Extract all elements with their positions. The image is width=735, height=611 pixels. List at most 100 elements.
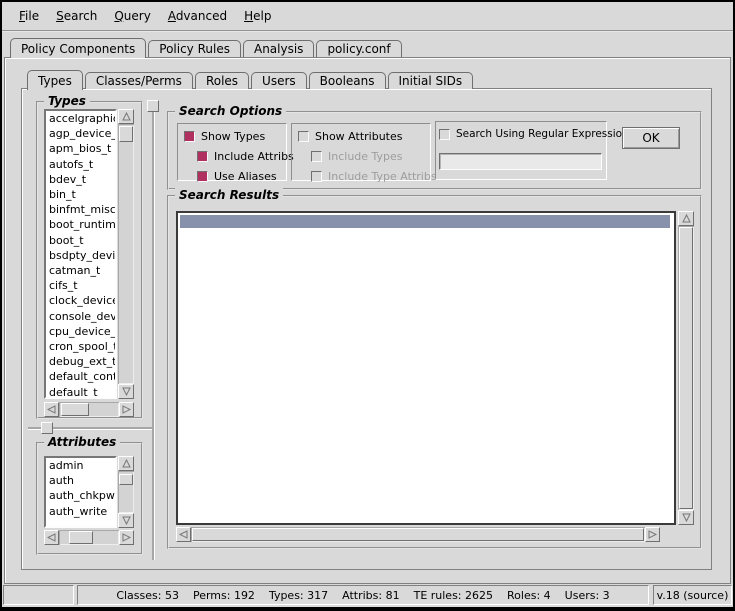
scrollbar-thumb[interactable] [69, 531, 93, 544]
scrollbar-trough[interactable] [678, 226, 694, 510]
scrollbar-trough[interactable] [59, 402, 119, 417]
attributes-hscrollbar[interactable] [44, 530, 134, 545]
type-list-item[interactable]: agp_device_t [46, 126, 115, 141]
scrollbar-thumb[interactable] [679, 227, 693, 509]
scroll-right-button[interactable] [119, 530, 134, 545]
vertical-sash[interactable] [152, 100, 154, 560]
arrow-right-icon [122, 533, 131, 542]
type-list-item[interactable]: console_device [46, 309, 115, 324]
checkbox-off-icon[interactable] [298, 131, 309, 142]
types-listbox[interactable]: accelgraphics_eagp_device_tapm_bios_taut… [44, 109, 117, 399]
type-list-item[interactable]: cifs_t [46, 278, 115, 293]
tab-classes-perms[interactable]: Classes/Perms [85, 72, 193, 89]
scrollbar-trough[interactable] [118, 124, 134, 384]
scrollbar-thumb[interactable] [119, 474, 133, 485]
type-list-item[interactable]: autofs_t [46, 157, 115, 172]
tab-initial-sids[interactable]: Initial SIDs [388, 72, 474, 89]
scroll-down-button[interactable] [118, 384, 134, 399]
scrollbar-trough[interactable] [191, 527, 645, 542]
scrollbar-thumb[interactable] [119, 126, 133, 142]
search-results-text[interactable] [176, 211, 676, 525]
scroll-left-button[interactable] [176, 527, 191, 542]
scrollbar-thumb[interactable] [192, 528, 644, 541]
arrow-up-icon [682, 214, 691, 223]
type-list-item[interactable]: default_context [46, 369, 115, 384]
scroll-left-button[interactable] [44, 402, 59, 417]
type-list-item[interactable]: default_t [46, 385, 115, 399]
version-label: v.18 (source) [657, 589, 729, 602]
tab-policy-components[interactable]: Policy Components [10, 38, 146, 58]
type-list-item[interactable]: apm_bios_t [46, 141, 115, 156]
checkbox-on-icon[interactable] [197, 151, 208, 162]
results-hscrollbar[interactable] [176, 527, 660, 542]
attributes-listbox[interactable]: adminauthauth_chkpwdauth_write [44, 456, 117, 528]
tab-users[interactable]: Users [251, 72, 307, 89]
app-background: File Search Query Advanced Help Policy Compo… [2, 2, 733, 607]
checkbox-on-icon[interactable] [184, 131, 195, 142]
checkbox-off-icon[interactable] [311, 171, 322, 182]
use-aliases-checkbox[interactable]: Use Aliases [197, 169, 277, 183]
tab-analysis[interactable]: Analysis [243, 40, 314, 57]
selected-line [180, 215, 670, 228]
status-stat: Users: 3 [565, 589, 610, 602]
type-list-item[interactable]: cron_spool_t [46, 339, 115, 354]
type-list-item[interactable]: bin_t [46, 187, 115, 202]
show-types-checkbox[interactable]: Show Types [184, 129, 265, 143]
type-list-item[interactable]: accelgraphics_e [46, 111, 115, 126]
type-list-item[interactable]: catman_t [46, 263, 115, 278]
scroll-up-button[interactable] [118, 109, 134, 124]
types-vscrollbar[interactable] [118, 109, 134, 399]
attributes-vscrollbar[interactable] [118, 456, 134, 528]
scroll-right-button[interactable] [119, 402, 134, 417]
checkbox-off-icon[interactable] [439, 129, 450, 140]
types-frame-title: Types [44, 94, 90, 108]
scroll-right-button[interactable] [645, 527, 660, 542]
vertical-sash-handle[interactable] [147, 100, 159, 112]
type-list-item[interactable]: binfmt_misc_fs [46, 202, 115, 217]
horizontal-sash-handle[interactable] [41, 422, 53, 434]
tab-roles[interactable]: Roles [195, 72, 249, 89]
attribute-list-item[interactable]: auth_write [46, 504, 115, 519]
checkbox-on-icon[interactable] [197, 171, 208, 182]
type-list-item[interactable]: clock_device_t [46, 293, 115, 308]
menu-item[interactable]: Advanced [168, 9, 227, 23]
include-types-checkbox[interactable]: Include Types [311, 149, 403, 163]
attribute-list-item[interactable]: admin [46, 458, 115, 473]
results-vscrollbar[interactable] [678, 211, 694, 525]
attribute-list-item[interactable]: auth_chkpwd [46, 488, 115, 503]
tab-types[interactable]: Types [27, 70, 83, 90]
regex-checkbox[interactable]: Search Using Regular Expression [439, 127, 629, 141]
tab-booleans[interactable]: Booleans [309, 72, 386, 89]
type-list-item[interactable]: cpu_device_t [46, 324, 115, 339]
menu-item[interactable]: File [19, 9, 39, 23]
menu-item[interactable]: Help [244, 9, 271, 23]
scrollbar-trough[interactable] [118, 471, 134, 513]
scroll-up-button[interactable] [118, 456, 134, 471]
checkbox-off-icon[interactable] [311, 151, 322, 162]
type-list-item[interactable]: boot_t [46, 233, 115, 248]
type-list-item[interactable]: debug_ext_t [46, 354, 115, 369]
scroll-down-button[interactable] [118, 513, 134, 528]
scrollbar-thumb[interactable] [61, 403, 89, 416]
scroll-up-button[interactable] [678, 211, 694, 226]
scrollbar-trough[interactable] [59, 530, 119, 545]
menu-item[interactable]: Search [56, 9, 97, 23]
ok-button[interactable]: OK [622, 127, 680, 149]
menu-item[interactable]: Query [114, 9, 150, 23]
type-list-item[interactable]: boot_runtime_t [46, 217, 115, 232]
include-attribs-checkbox[interactable]: Include Attribs [197, 149, 294, 163]
scroll-down-button[interactable] [678, 510, 694, 525]
scroll-left-button[interactable] [44, 530, 59, 545]
types-hscrollbar[interactable] [44, 402, 134, 417]
regex-input[interactable] [439, 153, 602, 170]
main-tabs: Policy Components Policy Rules Analysis … [10, 38, 404, 57]
attribute-list-item[interactable]: auth [46, 473, 115, 488]
type-list-item[interactable]: bdev_t [46, 172, 115, 187]
tab-policy-conf[interactable]: policy.conf [316, 40, 401, 57]
include-type-attribs-checkbox[interactable]: Include Type Attribs [311, 169, 437, 183]
attributes-frame-title: Attributes [44, 435, 120, 449]
show-attributes-checkbox[interactable]: Show Attributes [298, 129, 402, 143]
tab-policy-rules[interactable]: Policy Rules [148, 40, 241, 57]
status-stats-box: Classes: 53Perms: 192Types: 317Attribs: … [77, 585, 649, 605]
type-list-item[interactable]: bsdpty_device_ [46, 248, 115, 263]
